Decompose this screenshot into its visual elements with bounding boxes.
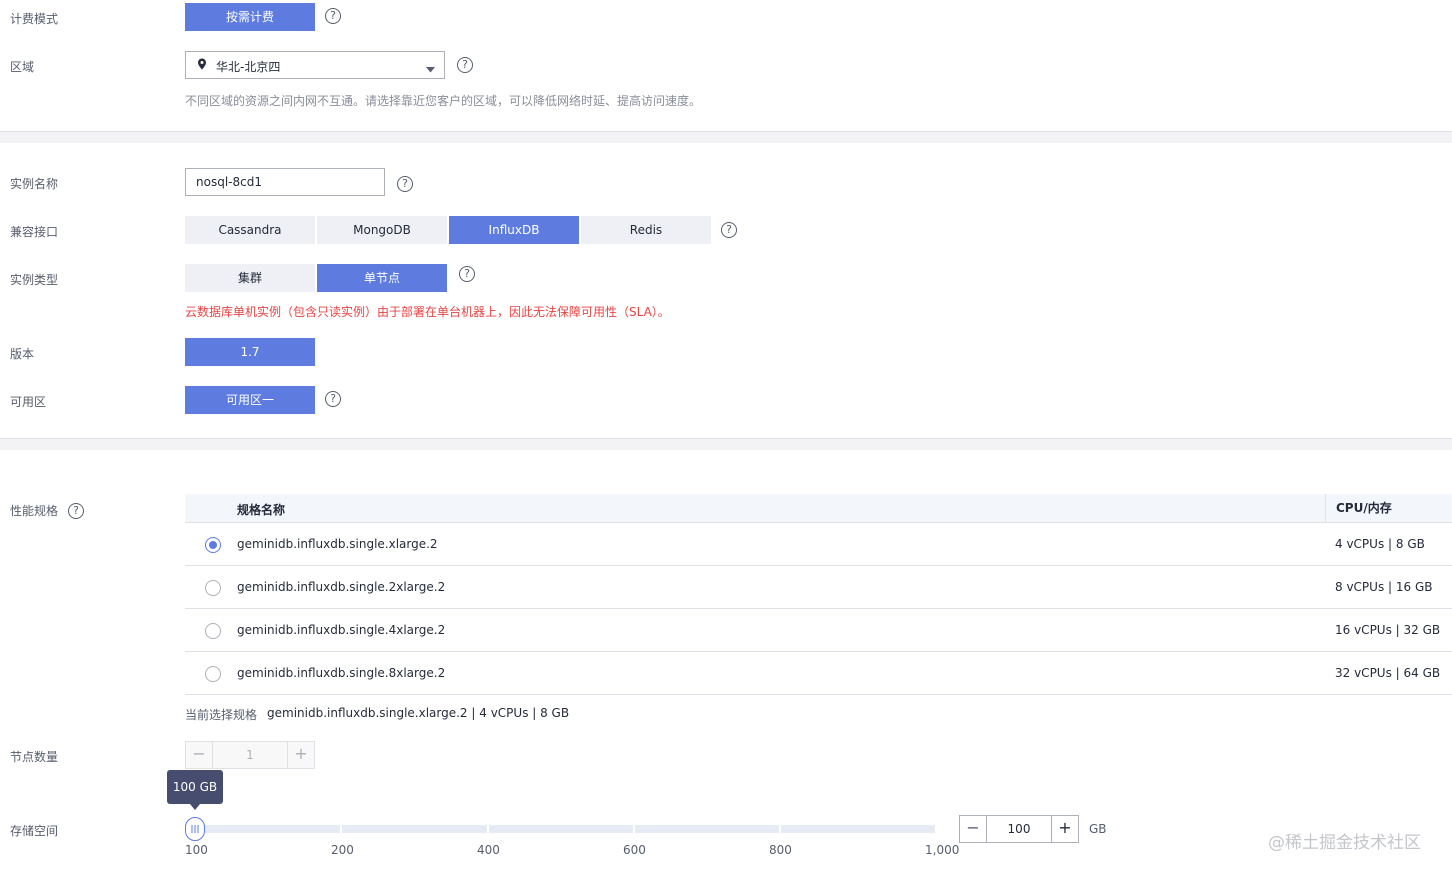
storage-slider-segment[interactable] [195,825,340,833]
compat-label: 兼容接口 [10,225,59,239]
region-label: 区域 [10,60,35,74]
location-pin-icon [197,58,207,73]
region-help-icon[interactable]: ? [457,57,473,73]
instance-type-help-icon[interactable]: ? [459,266,475,282]
spec-table: 规格名称 CPU/内存 geminidb.influxdb.single.xla… [185,494,1452,695]
spec-help-icon[interactable]: ? [68,503,84,519]
storage-tick: 200 [331,843,354,857]
nodes-label: 节点数量 [10,750,59,764]
nodes-minus-button[interactable]: − [186,742,212,768]
spec-row-cpu: 16 vCPUs | 32 GB [1335,623,1441,637]
storage-label: 存储空间 [10,824,59,838]
region-hint: 不同区域的资源之间内网不互通。请选择靠近您客户的区域，可以降低网络时延、提高访问… [185,94,702,108]
compat-option-cassandra[interactable]: Cassandra [185,216,315,244]
nodes-stepper[interactable]: − 1 + [185,741,315,769]
spec-row-name: geminidb.influxdb.single.2xlarge.2 [237,580,446,594]
radio-selected-icon[interactable] [205,537,221,553]
radio-icon[interactable] [205,580,221,596]
table-row[interactable]: geminidb.influxdb.single.xlarge.2 4 vCPU… [185,523,1452,566]
storage-plus-button[interactable]: + [1052,816,1078,842]
az-label: 可用区 [10,395,47,409]
instance-name-input[interactable]: nosql-8cd1 [185,168,385,196]
spec-col-cpu: CPU/内存 [1325,494,1392,522]
drag-handle-icon [191,825,199,833]
storage-tick: 1,000 [925,843,960,857]
nodes-value[interactable]: 1 [212,742,288,768]
table-row[interactable]: geminidb.influxdb.single.2xlarge.2 8 vCP… [185,566,1452,609]
billing-label: 计费模式 [10,12,59,26]
nodes-plus-button[interactable]: + [288,742,314,768]
radio-icon[interactable] [205,623,221,639]
spec-row-name: geminidb.influxdb.single.xlarge.2 [237,537,438,551]
billing-pay-per-use-button[interactable]: 按需计费 [185,3,315,31]
storage-tick: 400 [477,843,500,857]
storage-tick: 600 [623,843,646,857]
radio-icon[interactable] [205,666,221,682]
spec-col-name: 规格名称 [237,503,286,517]
storage-slider-segment[interactable] [781,825,935,833]
az-help-icon[interactable]: ? [325,391,341,407]
storage-minus-button[interactable]: − [960,816,986,842]
az-option[interactable]: 可用区一 [185,386,315,414]
storage-tooltip: 100 GB [167,770,223,804]
table-row[interactable]: geminidb.influxdb.single.4xlarge.2 16 vC… [185,609,1452,652]
spec-row-cpu: 32 vCPUs | 64 GB [1335,666,1441,680]
storage-value-input[interactable]: 100 [986,816,1052,842]
section-divider [0,438,1452,450]
instance-type-cluster[interactable]: 集群 [185,264,315,292]
storage-slider-segment[interactable] [342,825,487,833]
instance-name-label: 实例名称 [10,177,59,191]
compat-option-influxdb[interactable]: InfluxDB [449,216,579,244]
spec-row-name: geminidb.influxdb.single.4xlarge.2 [237,623,446,637]
instance-type-warning: 云数据库单机实例（包含只读实例）由于部署在单台机器上，因此无法保障可用性（SLA… [185,305,670,319]
storage-tick: 100 [185,843,208,857]
instance-name-help-icon[interactable]: ? [397,176,413,192]
storage-slider-segment[interactable] [489,825,633,833]
spec-table-header: 规格名称 CPU/内存 [185,494,1452,523]
region-select-value: 华北-北京四 [216,60,281,74]
storage-stepper[interactable]: − 100 + [959,815,1079,843]
compat-help-icon[interactable]: ? [721,222,737,238]
storage-slider-segment[interactable] [635,825,779,833]
spec-row-cpu: 4 vCPUs | 8 GB [1335,537,1425,551]
storage-slider-handle[interactable] [185,817,205,841]
instance-type-single-node[interactable]: 单节点 [317,264,447,292]
spec-label: 性能规格 [10,504,59,518]
compat-option-redis[interactable]: Redis [581,216,711,244]
spec-row-name: geminidb.influxdb.single.8xlarge.2 [237,666,446,680]
chevron-down-icon [426,62,435,76]
watermark: @稀土掘金技术社区 [1268,833,1421,853]
version-label: 版本 [10,347,35,361]
storage-tick: 800 [769,843,792,857]
billing-help-icon[interactable]: ? [325,8,341,24]
compat-option-mongodb[interactable]: MongoDB [317,216,447,244]
table-row[interactable]: geminidb.influxdb.single.8xlarge.2 32 vC… [185,652,1452,695]
version-option[interactable]: 1.7 [185,338,315,366]
tooltip-arrow-icon [190,804,200,810]
instance-type-label: 实例类型 [10,273,59,287]
current-spec-value: geminidb.influxdb.single.xlarge.2 | 4 vC… [267,706,570,720]
storage-unit: GB [1089,822,1107,836]
current-spec-label: 当前选择规格 [185,708,258,722]
spec-row-cpu: 8 vCPUs | 16 GB [1335,580,1433,594]
section-divider [0,131,1452,143]
region-select[interactable]: 华北-北京四 [185,51,445,79]
